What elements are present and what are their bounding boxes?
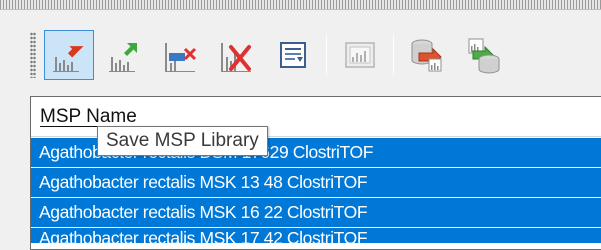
list-item-label: Agathobacter rectalis MSK 16 22 ClostriT… bbox=[39, 202, 368, 222]
db-export-icon bbox=[411, 39, 442, 72]
toolbar-grip[interactable] bbox=[30, 32, 36, 78]
chart-button[interactable] bbox=[335, 30, 385, 80]
msp-list[interactable]: MSP Name Agathobacter rectalis DSM 17629… bbox=[30, 96, 601, 250]
column-header-label: MSP Name bbox=[40, 105, 137, 127]
db-export-button[interactable] bbox=[402, 30, 452, 80]
tooltip: Save MSP Library bbox=[97, 126, 268, 156]
list-item-label: Agathobacter rectalis MSK 17 42 ClostriT… bbox=[39, 228, 368, 243]
list-item[interactable]: Agathobacter rectalis MSK 16 22 ClostriT… bbox=[31, 197, 601, 227]
window-top-border bbox=[0, 0, 601, 10]
list-item[interactable]: Agathobacter rectalis MSK 17 42 ClostriT… bbox=[31, 227, 601, 243]
import-msp-button[interactable] bbox=[44, 30, 94, 80]
import-msp-icon bbox=[53, 46, 84, 72]
db-import-button[interactable] bbox=[458, 30, 508, 80]
delete-spectrum-button[interactable] bbox=[212, 30, 262, 80]
properties-button[interactable] bbox=[268, 30, 318, 80]
properties-icon bbox=[280, 42, 306, 68]
export-msp-button[interactable] bbox=[100, 30, 150, 80]
remove-peaks-button[interactable] bbox=[156, 30, 206, 80]
toolbar-separator bbox=[393, 35, 394, 75]
toolbar bbox=[30, 24, 601, 86]
list-item-label: Agathobacter rectalis MSK 13 48 ClostriT… bbox=[39, 172, 368, 192]
chart-disabled-icon bbox=[345, 42, 375, 68]
db-import-icon bbox=[468, 38, 500, 74]
delete-spectrum-icon bbox=[221, 43, 251, 72]
remove-peaks-icon bbox=[165, 43, 197, 72]
toolbar-separator bbox=[326, 35, 327, 75]
export-msp-icon bbox=[109, 43, 137, 72]
list-item[interactable]: Agathobacter rectalis MSK 13 48 ClostriT… bbox=[31, 167, 601, 197]
